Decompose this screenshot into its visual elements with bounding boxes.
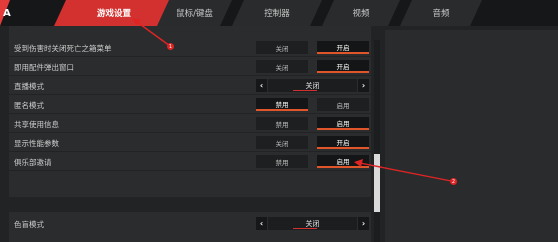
option-enable[interactable]: 启用 (317, 155, 369, 168)
tab-audio[interactable]: 音频 (400, 0, 482, 26)
scrollbar-thumb[interactable] (374, 154, 380, 212)
tab-label: 视频 (352, 9, 370, 19)
panel-header-strip (9, 26, 371, 38)
option-enable[interactable]: 启用 (317, 98, 369, 111)
setting-label: 共享使用信息 (14, 120, 59, 129)
apex-logo: A (0, 0, 30, 26)
option-off[interactable]: 关闭 (256, 136, 308, 149)
tab-label: 游戏设置 (96, 9, 131, 19)
option-on[interactable]: 开启 (317, 41, 369, 54)
option-on[interactable]: 开启 (317, 136, 369, 149)
option-disable[interactable]: 禁用 (256, 98, 308, 111)
option-off[interactable]: 关闭 (256, 60, 308, 73)
setting-row-share-usage: 共享使用信息 禁用 启用 (9, 114, 371, 133)
tab-label: 音频 (432, 9, 450, 19)
tab-label: 鼠标/键盘 (176, 9, 213, 19)
logo-letter: A (3, 8, 11, 19)
option-off[interactable]: 关闭 (256, 41, 308, 54)
preview-panel (385, 30, 558, 242)
selector-value-box: 关闭 (268, 217, 357, 230)
settings-panel: 受到伤害时关闭死亡之箱菜单 关闭 开启 即用配件弹出窗口 关闭 开启 直播模式 … (9, 38, 371, 197)
chevron-right-icon[interactable]: › (358, 79, 369, 92)
option-enable[interactable]: 启用 (317, 117, 369, 130)
annotation-badge-1: 1 (167, 43, 174, 50)
setting-row-club-invites: 俱乐部邀请 禁用 启用 (9, 152, 371, 171)
tab-game-settings[interactable]: 游戏设置 (54, 0, 174, 26)
tab-controller[interactable]: 控制器 (232, 0, 322, 26)
setting-row-performance-display: 显示性能参数 关闭 开启 (9, 133, 371, 152)
setting-row-streamer-mode: 直播模式 ‹ 关闭 › (9, 76, 371, 95)
setting-label: 色盲模式 (14, 220, 44, 229)
setting-label: 匿名模式 (14, 101, 44, 110)
option-on[interactable]: 开启 (317, 60, 369, 73)
setting-label: 即用配件弹出窗口 (14, 63, 74, 72)
setting-label: 直播模式 (14, 82, 44, 91)
chevron-left-icon[interactable]: ‹ (256, 79, 267, 92)
selector-indicator (293, 90, 317, 91)
tab-mouse-keyboard[interactable]: 鼠标/键盘 (157, 0, 232, 26)
setting-row-anonymous-mode: 匿名模式 禁用 启用 (9, 95, 371, 114)
tab-label: 控制器 (264, 9, 290, 19)
setting-row-death-box-menu: 受到伤害时关闭死亡之箱菜单 关闭 开启 (9, 38, 371, 57)
setting-label: 受到伤害时关闭死亡之箱菜单 (14, 44, 112, 53)
selector-indicator (293, 228, 317, 229)
streamer-mode-selector[interactable]: ‹ 关闭 › (256, 79, 369, 92)
annotation-badge-2: 2 (450, 178, 457, 185)
setting-row-attachment-popup: 即用配件弹出窗口 关闭 开启 (9, 57, 371, 76)
setting-label: 显示性能参数 (14, 139, 59, 148)
selector-value-box: 关闭 (268, 79, 357, 92)
setting-label: 俱乐部邀请 (14, 158, 52, 167)
setting-row-colorblind-mode: 色盲模式 ‹ 关闭 › (9, 214, 371, 233)
colorblind-mode-selector[interactable]: ‹ 关闭 › (256, 217, 369, 230)
chevron-left-icon[interactable]: ‹ (256, 217, 267, 230)
tab-video[interactable]: 视频 (322, 0, 400, 26)
option-disable[interactable]: 禁用 (256, 117, 308, 130)
settings-section-2: 色盲模式 ‹ 关闭 › (9, 212, 371, 242)
chevron-right-icon[interactable]: › (358, 217, 369, 230)
option-disable[interactable]: 禁用 (256, 155, 308, 168)
